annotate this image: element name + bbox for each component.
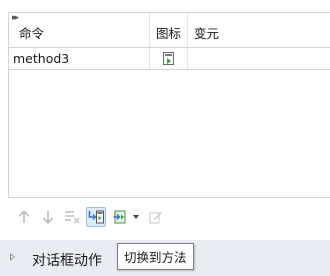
arrow-down-icon (42, 211, 54, 224)
column-header-command[interactable]: ▸▸ 命令 (9, 13, 150, 47)
cell-command[interactable]: method3 (9, 48, 150, 69)
extract-to-method-button[interactable] (110, 207, 142, 227)
edit-icon (149, 212, 162, 224)
column-header-variable[interactable]: 变元 (188, 13, 330, 47)
switch-to-method-button[interactable] (86, 207, 106, 227)
expand-arrow-icon[interactable] (10, 253, 15, 261)
cell-icon[interactable] (150, 48, 188, 69)
arrow-up-icon (18, 210, 30, 223)
switch-to-method-icon (88, 210, 104, 224)
list-remove-icon (65, 211, 80, 224)
method-icon (163, 52, 174, 65)
column-header-command-label: 命令 (19, 25, 45, 41)
extract-to-method-icon (113, 210, 126, 224)
command-table: ▸▸ 命令 图标 变元 method3 (8, 12, 330, 198)
table-header: ▸▸ 命令 图标 变元 (9, 13, 330, 48)
tooltip: 切换到方法 (117, 243, 194, 270)
table-toolbar (14, 206, 170, 228)
chevron-down-icon[interactable] (133, 215, 139, 219)
cell-variable[interactable] (188, 48, 330, 69)
section-title: 对话框动作 (32, 253, 102, 269)
move-up-button[interactable] (14, 207, 34, 227)
column-header-icon[interactable]: 图标 (150, 13, 188, 47)
table-row[interactable]: method3 (9, 48, 330, 70)
column-sort-icon[interactable]: ▸▸ (12, 14, 19, 23)
column-header-variable-label: 变元 (194, 25, 220, 41)
delete-button[interactable] (62, 207, 82, 227)
edit-button[interactable] (146, 207, 166, 227)
column-header-icon-label: 图标 (155, 25, 181, 41)
move-down-button[interactable] (38, 207, 58, 227)
